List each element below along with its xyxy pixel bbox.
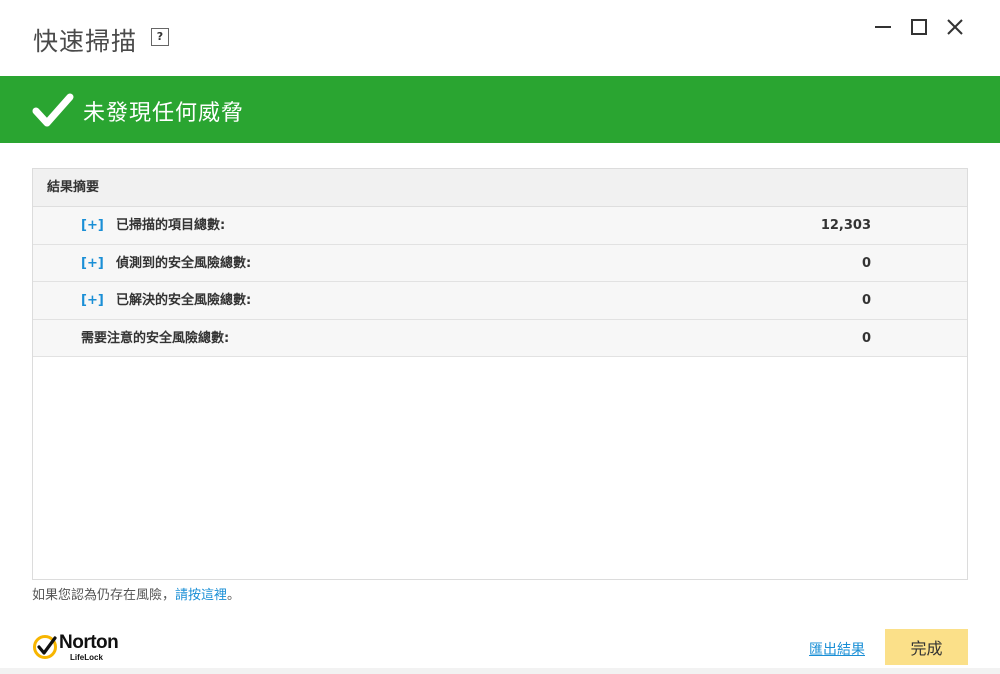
row-label: 已掃描的項目總數: bbox=[116, 218, 226, 233]
status-banner: 未發現任何威脅 bbox=[0, 76, 1000, 143]
row-value: 0 bbox=[861, 255, 871, 271]
norton-check-logo-icon bbox=[33, 635, 57, 659]
norton-logo: Norton LifeLock bbox=[32, 632, 142, 664]
row-value: 0 bbox=[861, 293, 871, 308]
summary-row-resolved: [+] 已解決的安全風險總數: 0 bbox=[33, 282, 967, 320]
close-button[interactable] bbox=[942, 14, 968, 40]
close-icon bbox=[947, 19, 963, 35]
row-label: 需要注意的安全風險總數: bbox=[81, 330, 230, 346]
window-title: 快速掃描 bbox=[33, 27, 138, 56]
maximize-button[interactable] bbox=[906, 14, 932, 40]
checkmark-icon bbox=[32, 93, 74, 127]
help-button[interactable]: ? bbox=[151, 28, 169, 46]
click-here-link[interactable]: 請按這裡 bbox=[175, 588, 227, 603]
status-text: 未發現任何威脅 bbox=[83, 101, 245, 126]
row-label: 已解決的安全風險總數: bbox=[116, 293, 252, 308]
row-value: 0 bbox=[861, 330, 871, 346]
expand-toggle[interactable]: [+] bbox=[81, 207, 104, 244]
row-value: 12,303 bbox=[820, 218, 871, 233]
maximize-icon bbox=[911, 19, 927, 35]
export-results-link[interactable]: 匯出結果 bbox=[809, 639, 865, 659]
expand-toggle[interactable]: [+] bbox=[81, 282, 104, 319]
logo-wordmark: Norton bbox=[59, 632, 119, 653]
summary-row-scanned: [+] 已掃描的項目總數: 12,303 bbox=[33, 207, 967, 245]
quick-scan-window: 快速掃描 ? 未發現任何威脅 結果摘要 [+] 已掃描的項目總數: 12,303… bbox=[0, 0, 1000, 674]
summary-row-detected: [+] 偵測到的安全風險總數: 0 bbox=[33, 244, 967, 282]
logo-subtext: LifeLock bbox=[70, 653, 103, 662]
summary-panel: 結果摘要 [+] 已掃描的項目總數: 12,303 [+] 偵測到的安全風險總數… bbox=[32, 168, 968, 580]
expand-toggle[interactable]: [+] bbox=[81, 245, 104, 282]
note-suffix: 。 bbox=[227, 588, 241, 603]
row-label: 偵測到的安全風險總數: bbox=[116, 255, 252, 271]
title-bar: 快速掃描 ? bbox=[0, 0, 1000, 76]
done-button[interactable]: 完成 bbox=[885, 629, 968, 665]
minimize-button[interactable] bbox=[870, 14, 896, 40]
summary-header: 結果摘要 bbox=[33, 169, 967, 207]
note-prefix: 如果您認為仍存在風險， bbox=[32, 588, 176, 603]
bottom-strip bbox=[0, 668, 1000, 674]
minimize-icon bbox=[875, 26, 891, 28]
summary-row-attention: 需要注意的安全風險總數: 0 bbox=[33, 319, 967, 357]
risk-note: 如果您認為仍存在風險，請按這裡。 bbox=[32, 584, 240, 603]
